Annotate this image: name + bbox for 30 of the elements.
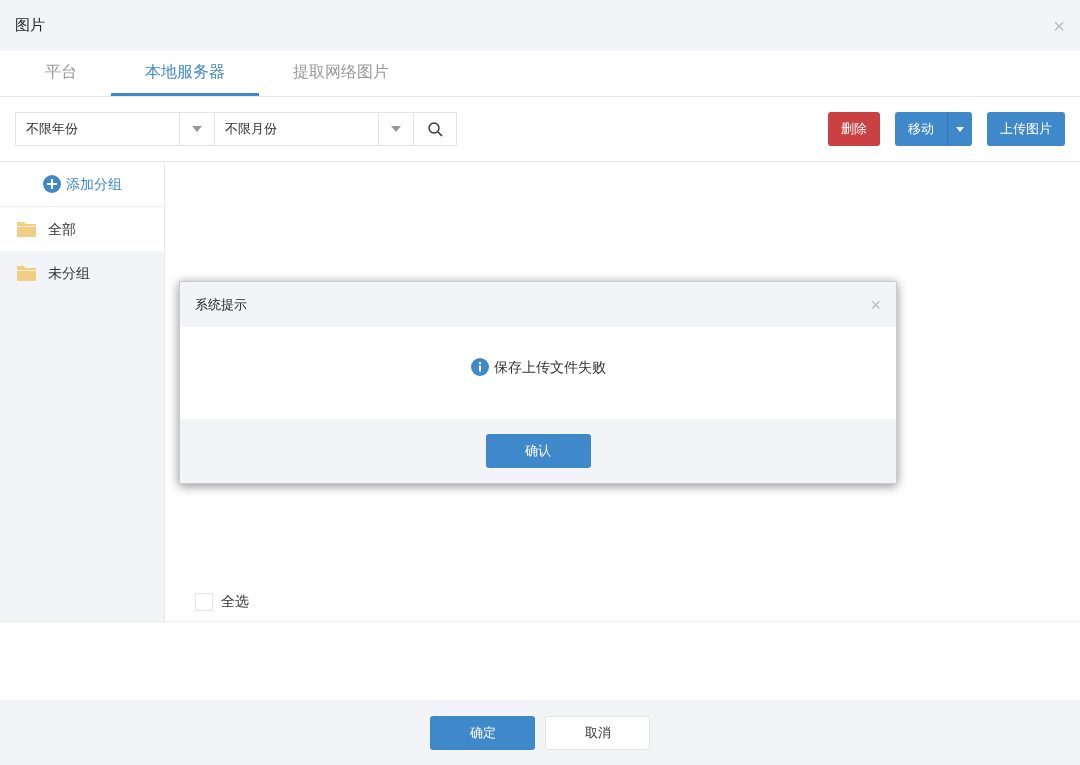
info-icon	[470, 358, 489, 376]
tab[interactable]: 本地服务器	[111, 51, 259, 96]
dialog-title: 系统提示	[195, 295, 247, 314]
folder-icon	[17, 221, 36, 237]
dropdown-field[interactable]: 不限月份	[214, 112, 414, 146]
search-icon	[427, 121, 443, 137]
tab[interactable]: 提取网络图片	[259, 51, 423, 96]
plus-icon	[42, 175, 61, 193]
add-group-button[interactable]: 添加分组	[0, 162, 164, 207]
checkbox[interactable]	[195, 592, 213, 611]
dropdown-field[interactable]: 不限年份	[15, 112, 215, 146]
caret-icon	[192, 126, 202, 132]
confirm-button[interactable]: 确认	[485, 434, 591, 468]
group-item[interactable]: 全部	[0, 207, 164, 251]
dropdown-value: 不限年份	[25, 120, 79, 139]
search-button[interactable]	[413, 112, 457, 146]
window-title: 图片	[15, 15, 45, 36]
dialog-message: 保存上传文件失败	[493, 357, 606, 377]
caret-icon	[391, 126, 401, 132]
dropdown-toggle[interactable]	[947, 112, 972, 146]
move-button[interactable]: 移动	[895, 112, 947, 146]
dropdown-value: 不限月份	[224, 120, 278, 139]
footer-button[interactable]: 取消	[545, 715, 650, 750]
folder-icon	[17, 265, 36, 281]
footer-button[interactable]: 确定	[430, 715, 535, 750]
action-button[interactable]: 上传图片	[987, 112, 1065, 146]
action-button[interactable]: 删除	[828, 112, 880, 146]
checkbox-label: 全选	[221, 592, 249, 611]
tab[interactable]: 平台	[11, 51, 111, 96]
caret-icon	[956, 126, 964, 132]
